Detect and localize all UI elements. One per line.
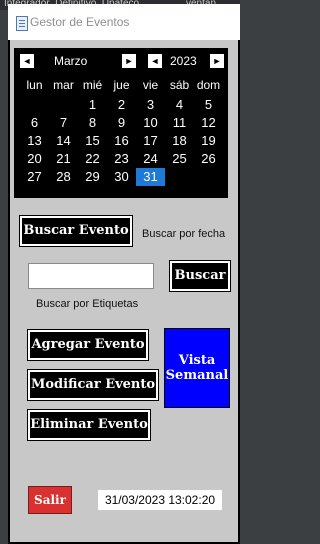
calendar-day[interactable]: 14 — [49, 132, 78, 150]
calendar-day[interactable]: 13 — [20, 132, 49, 150]
salir-button[interactable]: Salir — [28, 486, 72, 514]
calendar-day[interactable]: 18 — [165, 132, 194, 150]
agregar-evento-button[interactable]: Agregar Evento — [27, 329, 149, 361]
window-app-icon — [16, 16, 28, 31]
calendar-day[interactable]: 28 — [49, 168, 78, 186]
next-month-arrow-icon[interactable]: ► — [122, 54, 136, 68]
calendar-day[interactable]: 17 — [136, 132, 165, 150]
buscar-por-etiquetas-label: Buscar por Etiquetas — [36, 298, 139, 310]
calendar-week-row: 13 14 15 16 17 18 19 — [20, 132, 223, 150]
buscar-evento-button[interactable]: Buscar Evento — [19, 215, 133, 247]
buscar-button[interactable]: Buscar — [169, 260, 231, 292]
calendar-day[interactable]: 21 — [49, 150, 78, 168]
calendar-day[interactable]: 4 — [165, 96, 194, 114]
calendar-day[interactable]: 1 — [78, 96, 107, 114]
weekday-label: dom — [196, 78, 221, 92]
prev-year-arrow-icon[interactable]: ◄ — [148, 54, 162, 68]
calendar-day[interactable]: 8 — [78, 114, 107, 132]
calendar-day[interactable]: 15 — [78, 132, 107, 150]
calendar-empty-cell — [20, 96, 49, 114]
window-title: Gestor de Eventos — [30, 15, 130, 29]
calendar-week-row: 20 21 22 23 24 25 26 — [20, 150, 223, 168]
calendar-day[interactable]: 24 — [136, 150, 165, 168]
eliminar-evento-button[interactable]: Eliminar Evento — [27, 409, 151, 441]
calendar-empty-cell — [194, 168, 223, 186]
vista-semanal-button[interactable]: Vista Semanal — [164, 328, 230, 408]
current-datetime: 31/03/2023 13:02:20 — [98, 490, 222, 510]
calendar-week-row: 12345 — [20, 96, 223, 114]
calendar-day[interactable]: 12 — [194, 114, 223, 132]
calendar: ◄ Marzo ► ◄ 2023 ► lun mar mié jue vie s… — [14, 48, 228, 198]
calendar-empty-cell — [49, 96, 78, 114]
modificar-evento-button[interactable]: Modificar Evento — [27, 369, 159, 401]
month-label: Marzo — [54, 54, 88, 68]
prev-month-arrow-icon[interactable]: ◄ — [20, 54, 34, 68]
calendar-week-row: 6 7 8 9 10 11 12 — [20, 114, 223, 132]
weekday-header: lun mar mié jue vie sáb dom — [20, 78, 223, 92]
weekday-label: vie — [142, 78, 159, 92]
app-window: Gestor de Eventos ◄ Marzo ► ◄ 2023 ► lun… — [8, 4, 240, 544]
weekday-label: jue — [113, 78, 130, 92]
calendar-days-grid: 1 2 3 4 5 6 7 8 9 10 11 12 13 14 15 16 17 18 19 20 21 22 23 24 2… — [20, 96, 223, 186]
calendar-day[interactable]: 11 — [165, 114, 194, 132]
calendar-day[interactable]: 16 — [107, 132, 136, 150]
calendar-day[interactable]: 27 — [20, 168, 49, 186]
calendar-day[interactable]: 26 — [194, 150, 223, 168]
calendar-day-selected[interactable]: 31 — [136, 168, 165, 186]
next-year-arrow-icon[interactable]: ► — [210, 54, 224, 68]
title-bar[interactable]: Gestor de Eventos — [8, 4, 240, 40]
weekday-label: mar — [53, 78, 74, 92]
tag-search-input[interactable] — [28, 263, 154, 289]
year-label: 2023 — [170, 54, 197, 68]
weekday-label: mié — [82, 78, 103, 92]
calendar-day[interactable]: 7 — [49, 114, 78, 132]
calendar-day[interactable]: 5 — [194, 96, 223, 114]
main-panel: ◄ Marzo ► ◄ 2023 ► lun mar mié jue vie s… — [10, 40, 238, 542]
calendar-day[interactable]: 19 — [194, 132, 223, 150]
calendar-day[interactable]: 3 — [136, 96, 165, 114]
calendar-day[interactable]: 6 — [20, 114, 49, 132]
calendar-day[interactable]: 20 — [20, 150, 49, 168]
calendar-week-row: 27 28 29 30 31 — [20, 168, 223, 186]
calendar-day[interactable]: 9 — [107, 114, 136, 132]
calendar-day[interactable]: 29 — [78, 168, 107, 186]
weekday-label: lun — [26, 78, 43, 92]
calendar-day[interactable]: 2 — [107, 96, 136, 114]
calendar-day[interactable]: 25 — [165, 150, 194, 168]
calendar-empty-cell — [165, 168, 194, 186]
calendar-day[interactable]: 22 — [78, 150, 107, 168]
calendar-day[interactable]: 30 — [107, 168, 136, 186]
calendar-day[interactable]: 10 — [136, 114, 165, 132]
calendar-day[interactable]: 23 — [107, 150, 136, 168]
buscar-por-fecha-label: Buscar por fecha — [142, 228, 226, 240]
weekday-label: sáb — [169, 78, 190, 92]
